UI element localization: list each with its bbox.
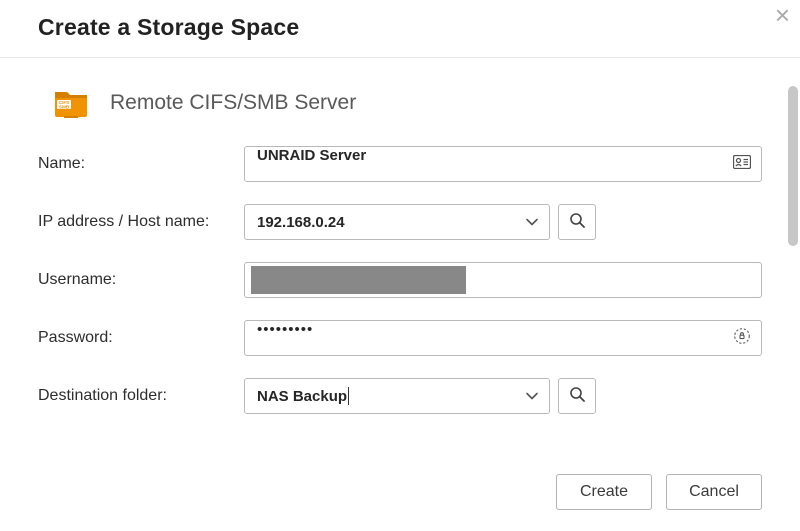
row-password: Password: ••••••••• (38, 320, 762, 356)
destination-label: Destination folder: (38, 387, 244, 405)
destination-browse-button[interactable] (558, 378, 596, 414)
row-destination: Destination folder: NAS Backup (38, 378, 762, 414)
cifs-folder-icon: CIFS SMB (54, 88, 88, 118)
username-redacted (251, 266, 466, 294)
scrollbar-thumb[interactable] (788, 86, 798, 246)
text-cursor (348, 387, 349, 405)
ip-label: IP address / Host name: (38, 213, 244, 231)
password-input[interactable]: ••••••••• (244, 320, 762, 356)
ip-search-button[interactable] (558, 204, 596, 240)
contact-card-icon[interactable] (733, 155, 751, 173)
row-ip: IP address / Host name: 192.168.0.24 (38, 204, 762, 240)
destination-value: NAS Backup (257, 388, 347, 405)
section-title: Remote CIFS/SMB Server (110, 91, 356, 115)
search-icon (569, 212, 585, 233)
username-label: Username: (38, 271, 244, 289)
name-input[interactable]: UNRAID Server (244, 146, 762, 182)
username-input[interactable] (244, 262, 762, 298)
password-value: ••••••••• (257, 321, 313, 338)
dialog-footer: Create Cancel (556, 474, 762, 510)
row-username: Username: (38, 262, 762, 298)
name-label: Name: (38, 155, 244, 173)
destination-combobox[interactable]: NAS Backup (244, 378, 550, 414)
create-button[interactable]: Create (556, 474, 652, 510)
dialog-header: Create a Storage Space × (0, 0, 800, 57)
search-icon (569, 386, 585, 407)
password-label: Password: (38, 329, 244, 347)
cancel-button[interactable]: Cancel (666, 474, 762, 510)
form: Name: UNRAID Server (38, 146, 762, 414)
ip-value: 192.168.0.24 (257, 214, 345, 231)
close-icon[interactable]: × (775, 2, 790, 28)
svg-text:SMB: SMB (59, 105, 70, 110)
name-value: UNRAID Server (257, 147, 366, 164)
ip-combobox[interactable]: 192.168.0.24 (244, 204, 550, 240)
chevron-down-icon (525, 215, 539, 229)
reveal-password-icon[interactable] (733, 327, 751, 349)
chevron-down-icon (525, 389, 539, 403)
row-name: Name: UNRAID Server (38, 146, 762, 182)
dialog-body: CIFS SMB Remote CIFS/SMB Server Name: UN… (0, 58, 800, 528)
section-header: CIFS SMB Remote CIFS/SMB Server (38, 58, 762, 146)
dialog-title: Create a Storage Space (38, 14, 762, 41)
